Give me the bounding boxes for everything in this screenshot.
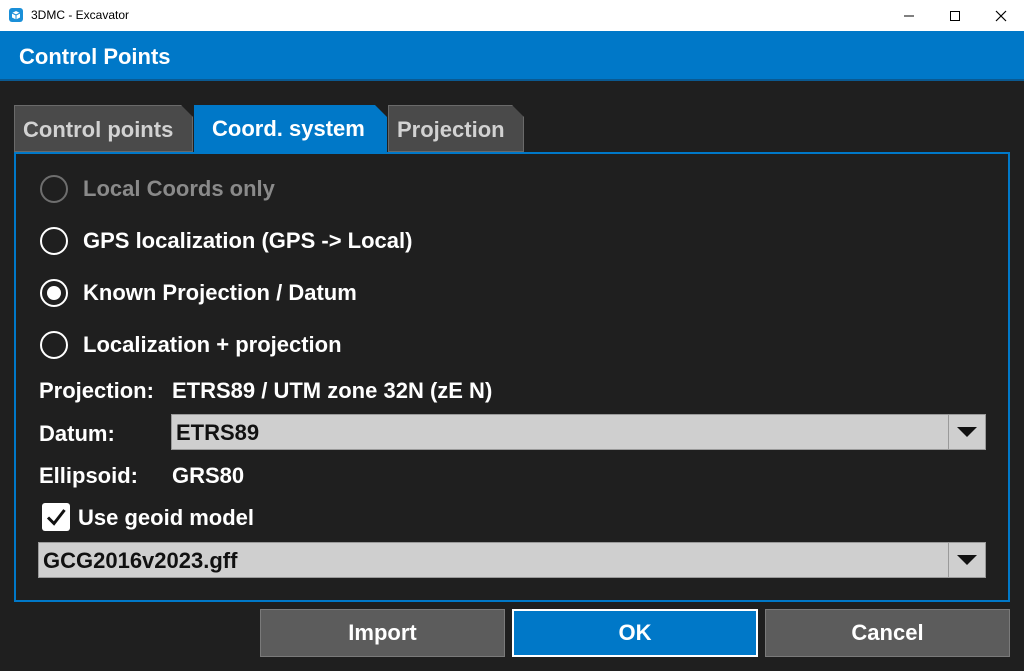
radio-local-coords[interactable]: Local Coords only [40, 172, 275, 206]
geoid-file-select[interactable]: GCG2016v2023.gff [38, 542, 986, 578]
maximize-button[interactable] [932, 0, 978, 31]
ok-button[interactable]: OK [512, 609, 758, 657]
dialog-title: Control Points [19, 44, 171, 69]
close-icon [995, 10, 1007, 21]
window-title: 3DMC - Excavator [31, 8, 130, 22]
checkmark-icon [46, 509, 66, 526]
minimize-icon [904, 15, 914, 16]
ellipsoid-value: GRS80 [172, 463, 245, 488]
dialog-header: Control Points [0, 31, 1024, 81]
radio-button[interactable] [40, 227, 68, 255]
ellipsoid-label: Ellipsoid: [39, 463, 138, 488]
geoid-dropdown-arrow[interactable] [948, 543, 985, 577]
datum-select-value: ETRS89 [176, 420, 260, 445]
radio-selected-dot [47, 286, 61, 300]
radio-known-projection[interactable]: Known Projection / Datum [40, 276, 357, 310]
radio-label: Localization + projection [83, 332, 342, 357]
radio-label: GPS localization (GPS -> Local) [83, 228, 413, 253]
close-button[interactable] [978, 0, 1024, 31]
cancel-button[interactable]: Cancel [765, 609, 1010, 657]
radio-button[interactable] [40, 175, 68, 203]
geoid-file-value: GCG2016v2023.gff [43, 548, 238, 573]
use-geoid-checkbox[interactable] [42, 503, 70, 531]
minimize-button[interactable] [886, 0, 932, 31]
tab-coord-system[interactable]: Coord. system [194, 105, 387, 152]
datum-dropdown-arrow[interactable] [948, 415, 985, 449]
maximize-icon [950, 10, 960, 21]
radio-label: Local Coords only [83, 176, 275, 201]
datum-select[interactable]: ETRS89 [171, 414, 986, 450]
radio-button[interactable] [40, 331, 68, 359]
chevron-down-icon [957, 427, 977, 437]
chevron-down-icon [957, 555, 977, 565]
radio-label: Known Projection / Datum [83, 280, 357, 305]
use-geoid-label[interactable]: Use geoid model [78, 505, 254, 531]
tab-projection[interactable]: Projection [388, 105, 524, 152]
projection-label: Projection: [39, 378, 154, 403]
projection-value: ETRS89 / UTM zone 32N (zE N) [172, 378, 493, 403]
radio-localization-projection[interactable]: Localization + projection [40, 328, 342, 362]
coord-system-panel [14, 152, 1010, 602]
radio-gps-localization[interactable]: GPS localization (GPS -> Local) [40, 224, 412, 258]
import-button[interactable]: Import [260, 609, 505, 657]
datum-label: Datum: [39, 421, 115, 446]
tab-control-points[interactable]: Control points [14, 105, 193, 152]
cube-app-icon [9, 8, 23, 22]
radio-button[interactable] [40, 279, 68, 307]
window-titlebar: 3DMC - Excavator [0, 0, 1024, 31]
